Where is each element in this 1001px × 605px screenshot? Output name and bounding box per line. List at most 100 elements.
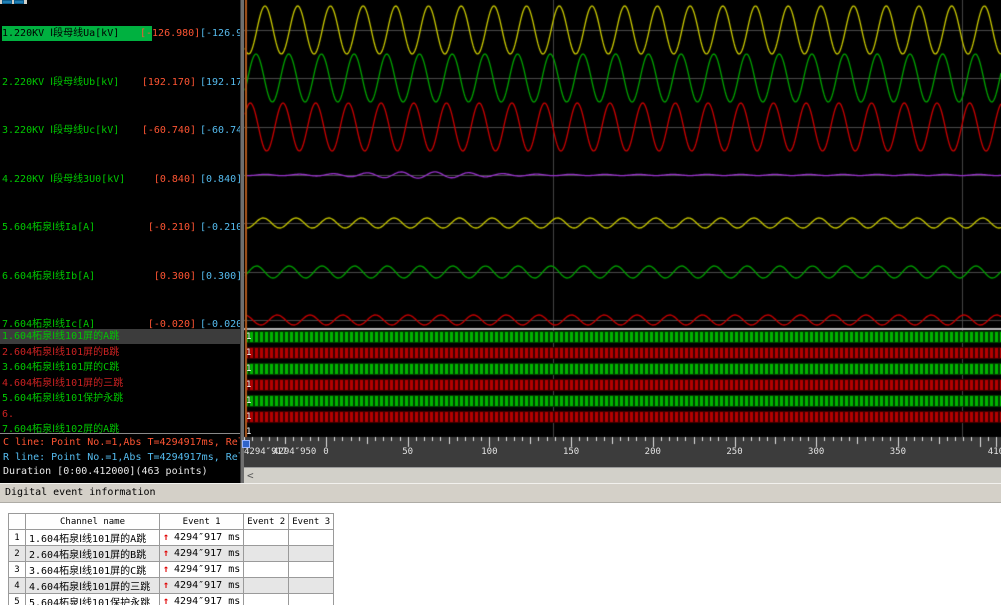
digital-bar-state-value: 1: [246, 396, 251, 406]
digital-channel-row[interactable]: 5.604柘泉Ⅰ线101保护永跳: [0, 391, 240, 406]
analog-channel-row[interactable]: 5.604柘泉Ⅰ线Ia[A] [-0.210] [-0.210]: [0, 220, 240, 235]
row-number-cell: 5: [9, 594, 26, 605]
event1-time: 4294″917 ms: [174, 580, 240, 591]
digital-channel-row[interactable]: 1.604柘泉Ⅰ线101屏的A跳: [0, 329, 240, 344]
table-header-cell: Event 3: [289, 514, 334, 530]
cursor-value: [192.170]: [140, 75, 196, 90]
reference-value: [192.170]: [200, 75, 240, 90]
event1-time: 4294″917 ms: [174, 596, 240, 605]
digital-bar-state-value: 1: [246, 427, 251, 437]
cursor-value: [-0.210]: [140, 220, 196, 235]
digital-bar-state-value: 1: [246, 348, 251, 358]
analog-channel-label: 3.220KV Ⅰ段母线Uc[kV]: [2, 123, 119, 138]
waveform-plot-area[interactable]: 11111114294″9174294″95005010015020025030…: [244, 0, 1001, 467]
channel-name-cell: 2.604柘泉Ⅰ线101屏的B跳: [26, 546, 160, 562]
event1-time: 4294″917 ms: [174, 548, 240, 559]
event2-cell: [244, 546, 289, 562]
analog-channel-label: 6.604柘泉Ⅰ线Ib[A]: [2, 269, 95, 284]
axis-rel-time-label: 200: [638, 447, 668, 457]
event1-cell: ↑4294″917 ms: [160, 562, 244, 578]
trip-up-arrow-icon: ↑: [163, 596, 169, 605]
analog-channel-row[interactable]: 1.220KV Ⅰ段母线Ua[kV][-126.980][-126.980]: [0, 26, 240, 41]
event-table-row[interactable]: 44.604柘泉Ⅰ线101屏的三跳↑ 4294″917 ms: [9, 578, 334, 594]
table-header-row: Channel nameEvent 1Event 2Event 3: [9, 514, 334, 530]
cursor-value: [0.840]: [140, 172, 196, 187]
event-table-row[interactable]: 11.604柘泉Ⅰ线101屏的A跳↑4294″917 ms: [9, 530, 334, 546]
event3-cell: [289, 546, 334, 562]
cursor-position-marker[interactable]: [242, 440, 250, 448]
table-header-cell: [9, 514, 26, 530]
digital-event-table-area: Channel nameEvent 1Event 2Event 311.604柘…: [0, 503, 1001, 605]
section-title-bar: Digital event information: [0, 483, 1001, 503]
digital-bar-state-value: 1: [246, 332, 251, 342]
reference-value: [0.300]: [200, 269, 240, 284]
axis-rel-time-label: 150: [556, 447, 586, 457]
event2-cell: [244, 578, 289, 594]
event1-time: 4294″917 ms: [174, 532, 240, 543]
analog-channel-label: 2.220KV Ⅰ段母线Ub[kV]: [2, 75, 119, 90]
channel-name-cell: 3.604柘泉Ⅰ线101屏的C跳: [26, 562, 160, 578]
digital-channel-row[interactable]: 3.604柘泉Ⅰ线101屏的C跳: [0, 360, 240, 375]
axis-rel-time-label: 250: [720, 447, 750, 457]
axis-rel-time-label: 350: [883, 447, 913, 457]
analog-channel-label: 4.220KV Ⅰ段母线3U0[kV]: [2, 172, 125, 187]
axis-rel-time-label: 50: [393, 447, 423, 457]
table-header-cell: Event 2: [244, 514, 289, 530]
scroll-left-arrow-icon[interactable]: <: [247, 469, 254, 482]
channel-name-cell: 5.604柘泉Ⅰ线101保护永跳: [26, 594, 160, 605]
waveform-analyzer-window: 1.220KV Ⅰ段母线Ua[kV][-126.980][-126.980]2.…: [0, 0, 1001, 605]
event2-cell: [244, 562, 289, 578]
row-number-cell: 4: [9, 578, 26, 594]
digital-bar-state-value: 1: [246, 364, 251, 374]
digital-channel-row[interactable]: 4.604柘泉Ⅰ线101屏的三跳: [0, 376, 240, 391]
reference-value: [-126.980]: [200, 26, 240, 41]
channel-name-cell: 4.604柘泉Ⅰ线101屏的三跳: [26, 578, 160, 594]
event3-cell: [289, 578, 334, 594]
analog-channel-label: 5.604柘泉Ⅰ线Ia[A]: [2, 220, 95, 235]
analog-channel-label: 1.220KV Ⅰ段母线Ua[kV]: [2, 26, 152, 41]
row-number-cell: 1: [9, 530, 26, 546]
axis-rel-time-label: 300: [801, 447, 831, 457]
digital-channel-row[interactable]: 2.604柘泉Ⅰ线101屏的B跳: [0, 345, 240, 360]
channel-name-cell: 1.604柘泉Ⅰ线101屏的A跳: [26, 530, 160, 546]
horizontal-scrollbar[interactable]: <: [244, 467, 1001, 483]
event-table-row[interactable]: 33.604柘泉Ⅰ线101屏的C跳↑4294″917 ms: [9, 562, 334, 578]
event1-time: 4294″917 ms: [174, 564, 240, 575]
event1-cell: ↑ 4294″917 ms: [160, 546, 244, 562]
cursor-value: [-126.980]: [140, 26, 196, 41]
channel-list-panel: 1.220KV Ⅰ段母线Ua[kV][-126.980][-126.980]2.…: [0, 4, 240, 483]
event3-cell: [289, 562, 334, 578]
event3-cell: [289, 594, 334, 605]
analog-channel-row[interactable]: 6.604柘泉Ⅰ线Ib[A] [0.300] [0.300]: [0, 269, 240, 284]
analog-channel-row[interactable]: 4.220KV Ⅰ段母线3U0[kV] [0.840] [0.840]: [0, 172, 240, 187]
digital-bar-state-value: 1: [246, 412, 251, 422]
cursor-status-panel: C line: Point No.=1,Abs T=4294917ms, Rel…: [0, 433, 240, 483]
axis-abs-time-label: 4294″950: [273, 447, 316, 457]
event-table-row[interactable]: 55.604柘泉Ⅰ线101保护永跳↑ 4294″917 ms: [9, 594, 334, 605]
digital-event-table: Channel nameEvent 1Event 2Event 311.604柘…: [8, 513, 334, 605]
reference-value: [0.840]: [200, 172, 240, 187]
analog-channel-row[interactable]: 2.220KV Ⅰ段母线Ub[kV] [192.170] [192.170]: [0, 75, 240, 90]
analog-channel-row[interactable]: 3.220KV Ⅰ段母线Uc[kV] [-60.740] [-60.740]: [0, 123, 240, 138]
digital-bar-state-value: 1: [246, 380, 251, 390]
cursor-value: [0.300]: [140, 269, 196, 284]
event-table-row[interactable]: 22.604柘泉Ⅰ线101屏的B跳↑ 4294″917 ms: [9, 546, 334, 562]
row-number-cell: 3: [9, 562, 26, 578]
reference-value: [-60.740]: [200, 123, 240, 138]
event1-cell: ↑ 4294″917 ms: [160, 578, 244, 594]
event2-cell: [244, 594, 289, 605]
row-number-cell: 2: [9, 546, 26, 562]
axis-rel-time-label: 100: [474, 447, 504, 457]
axis-rel-time-label: 0: [311, 447, 341, 457]
event3-cell: [289, 530, 334, 546]
axis-rel-time-label: 410: [981, 447, 1001, 457]
reference-value: [-0.210]: [200, 220, 240, 235]
waveform-canvas[interactable]: [244, 0, 1001, 467]
digital-channel-row[interactable]: 6.: [0, 407, 240, 422]
trip-up-arrow-icon: ↑: [163, 580, 169, 591]
section-title: Digital event information: [5, 487, 156, 498]
event2-cell: [244, 530, 289, 546]
event1-cell: ↑4294″917 ms: [160, 530, 244, 546]
cursor-value: [-60.740]: [140, 123, 196, 138]
trip-up-arrow-icon: ↑: [163, 548, 169, 559]
